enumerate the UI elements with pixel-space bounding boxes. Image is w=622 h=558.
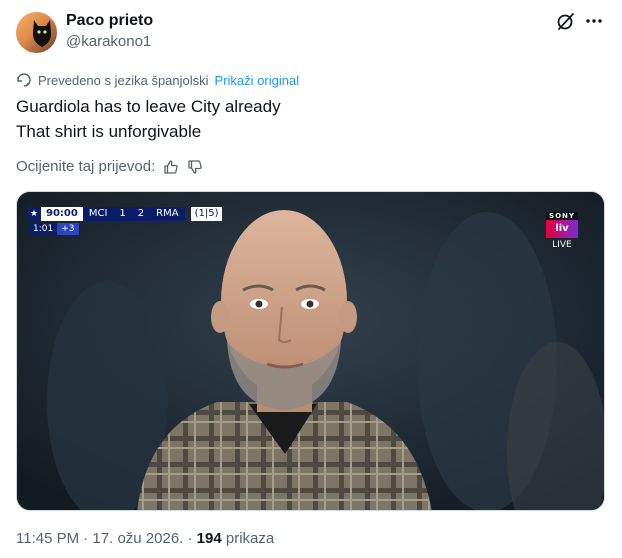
more-icon[interactable] [584, 13, 604, 29]
translation-note-row: Prevedeno s jezika španjolski Prikaži or… [16, 71, 299, 89]
broadcaster-brand: SONY [546, 212, 578, 220]
views-label: prikaza [221, 530, 275, 547]
translation-note: Prevedeno s jezika španjolski [38, 72, 209, 88]
home-score: 1 [119, 208, 126, 219]
aggregate-score: (1|5) [190, 207, 223, 221]
home-team: MCI [88, 208, 108, 219]
avatar[interactable] [16, 12, 57, 53]
views-count: 194 [196, 530, 222, 547]
thumbs-down-icon[interactable] [187, 159, 203, 175]
translate-icon [17, 73, 31, 87]
match-time: 90:00 [41, 207, 83, 221]
photo-pep-guardiola [17, 192, 604, 510]
broadcaster-channel: liv [546, 220, 578, 238]
added-time-plus: +3 [57, 223, 79, 235]
rate-translation-row: Ocijenite taj prijevod: [16, 158, 203, 175]
away-score: 2 [137, 208, 145, 219]
cat-avatar-image [32, 20, 52, 47]
author-display-name[interactable]: Paco prieto [66, 12, 153, 30]
scoreboard: ★ 90:00 MCI 1 2 RMA (1|5) [27, 207, 223, 221]
thumbs-up-icon[interactable] [163, 159, 179, 175]
broadcaster-logo: SONY liv LIVE [546, 212, 578, 250]
champions-league-icon: ★ [27, 207, 41, 221]
tweet-line: That shirt is unforgivable [16, 122, 202, 141]
tweet-timestamp[interactable]: 11:45 PM · 17. ožu 2026. · [16, 530, 197, 547]
show-original-link[interactable]: Prikaži original [215, 73, 300, 88]
tweet-line: Guardiola has to leave City already [16, 97, 281, 116]
rate-translation-prompt: Ocijenite taj prijevod: [16, 158, 156, 175]
live-label: LIVE [552, 240, 572, 250]
tweet-footer: 11:45 PM · 17. ožu 2026. · 194 prikaza [16, 530, 274, 547]
author-handle[interactable]: @karakono1 [66, 33, 151, 50]
added-time-bar: 1:01 +3 [29, 223, 79, 235]
tweet-media-image[interactable]: ★ 90:00 MCI 1 2 RMA (1|5) 1:01 +3 SONY l… [16, 191, 605, 511]
away-team: RMA [156, 208, 179, 219]
added-time: 1:01 [29, 223, 58, 235]
grok-icon[interactable] [556, 11, 576, 31]
scoreline: MCI 1 2 RMA [82, 207, 185, 221]
tweet-text: Guardiola has to leave City already That… [16, 94, 281, 144]
